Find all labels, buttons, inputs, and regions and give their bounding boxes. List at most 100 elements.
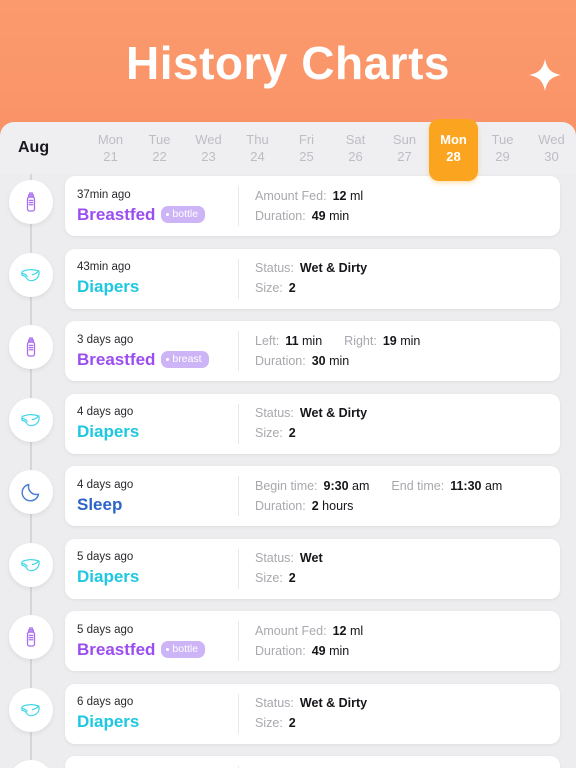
entry-summary: 6 days ago Diapers [65, 693, 239, 734]
detail-value-number: 12 [332, 623, 347, 638]
entry-timestamp: 5 days ago [77, 623, 134, 636]
detail-value-number: 2 [288, 281, 296, 295]
detail-label: Status: [255, 406, 294, 420]
timeline-entry[interactable]: 5 days ago Diapers Status: Wet Size: 2 [0, 537, 576, 610]
detail-label: Right: [344, 333, 377, 348]
diaper-icon [9, 397, 53, 442]
timeline-entry[interactable]: 3 days ago Breastfed breast Left: 11 min Righ… [0, 319, 576, 392]
entry-summary: 4 days ago Sleep [65, 476, 239, 516]
day-number-label: 26 [348, 149, 363, 164]
detail-value: Wet & Dirty [300, 405, 367, 422]
diaper-icon [9, 252, 53, 297]
detail-row: Duration: 49 min [255, 643, 550, 660]
entry-summary: 3 days ago Breastfed breast [65, 331, 239, 371]
detail-label: Size: [255, 281, 283, 295]
timeline-entry[interactable]: 6 days ago Diapers Status: Wet & Dirty Size:… [0, 682, 576, 755]
detail-row: Left: 11 min Right: 19 min [255, 333, 550, 350]
detail-label: Amount Fed: [255, 623, 327, 638]
timeline-entry[interactable]: 43min ago Diapers Status: Wet & Dirty Size: 2 [0, 247, 576, 320]
entry-card[interactable]: 4 days ago Sleep Begin time: 9:30 am End tim… [65, 466, 560, 526]
entry-summary: 5 days ago Diapers [65, 548, 239, 589]
day-of-week-label: Sun [392, 132, 417, 147]
detail-row: Duration: 49 min [255, 208, 550, 225]
entry-card[interactable]: 4 days ago Diapers Status: Wet & Dirty Size:… [65, 393, 560, 454]
timeline-entry[interactable]: 4 days ago Diapers Status: Wet & Dirty Size:… [0, 392, 576, 465]
detail-value: Wet & Dirty [300, 695, 367, 712]
detail-value-unit: min [325, 353, 350, 368]
entry-details: Amount Fed: 12 ml Duration: 49 min [239, 188, 560, 225]
timeline-entry[interactable] [0, 754, 576, 768]
detail-value: 12 ml [333, 623, 364, 640]
detail-value: 30 min [312, 353, 350, 370]
timeline-entry[interactable]: 5 days ago Breastfed bottle Amount Fed: 12 m… [0, 609, 576, 682]
day-chip-mon-21[interactable]: Mon 21 [86, 122, 135, 165]
day-chip-mon-28[interactable]: Mon 28 [429, 119, 478, 181]
detail-value: 12 ml [333, 188, 364, 205]
detail-value-number: Wet [299, 551, 323, 565]
detail-value: 49 min [312, 208, 350, 225]
day-of-week-label: Tue [148, 132, 171, 147]
detail-label: Size: [255, 426, 283, 440]
detail-item: End time: 11:30 am [391, 478, 502, 495]
detail-item: Duration: 49 min [255, 643, 349, 660]
day-of-week-label: Tue [491, 132, 514, 147]
entry-type-label: Diapers [77, 422, 140, 441]
day-chip-wed-23[interactable]: Wed 23 [184, 122, 233, 165]
entry-details: Status: Wet & Dirty Size: 2 [239, 695, 560, 732]
detail-item: Size: 2 [255, 715, 296, 732]
detail-value-number: 12 [332, 188, 347, 203]
entry-type-label: Sleep [77, 494, 123, 514]
entry-summary: 37min ago Breastfed bottle [65, 186, 239, 226]
diaper-icon [9, 542, 53, 587]
detail-value: 2 [289, 715, 296, 732]
baby-bottle-icon [9, 325, 53, 369]
day-chip-tue-29[interactable]: Tue 29 [478, 122, 527, 165]
entry-details: Status: Wet & Dirty Size: 2 [239, 405, 560, 442]
history-timeline[interactable]: 37min ago Breastfed bottle Amount Fed: 12 ml… [0, 174, 576, 768]
detail-value-unit: min [325, 208, 350, 223]
entry-timestamp: 5 days ago [77, 551, 134, 563]
detail-value: 2 [289, 280, 296, 297]
entry-timestamp: 6 days ago [77, 696, 134, 708]
detail-item: Status: Wet & Dirty [255, 260, 367, 277]
detail-value: 9:30 am [324, 478, 370, 495]
day-chip-thu-24[interactable]: Thu 24 [233, 122, 282, 165]
entry-card[interactable]: 43min ago Diapers Status: Wet & Dirty Size: 2 [65, 248, 560, 309]
day-of-week-label: Wed [195, 132, 222, 147]
entry-card[interactable]: 37min ago Breastfed bottle Amount Fed: 12 ml… [65, 176, 560, 236]
day-of-week-label: Sat [345, 132, 366, 147]
day-chip-tue-22[interactable]: Tue 22 [135, 122, 184, 165]
detail-row: Status: Wet & Dirty [255, 260, 550, 277]
entry-timestamp: 3 days ago [77, 333, 134, 346]
detail-value-number: 2 [311, 498, 319, 513]
sparkle-icon [528, 58, 562, 92]
entry-card[interactable] [65, 756, 560, 768]
timeline-entry[interactable]: 4 days ago Sleep Begin time: 9:30 am End tim… [0, 464, 576, 537]
detail-value-number: 49 [311, 643, 326, 658]
entry-type-label: Diapers [77, 277, 140, 296]
day-chip-sat-26[interactable]: Sat 26 [331, 122, 380, 165]
entry-details: Left: 11 min Right: 19 min Duration: 30 min [239, 333, 560, 370]
baby-bottle-icon [9, 180, 53, 224]
detail-label: Size: [255, 716, 283, 730]
day-chip-wed-30[interactable]: Wed 30 [527, 122, 576, 165]
detail-value-unit: min [325, 643, 350, 658]
entry-details: Begin time: 9:30 am End time: 11:30 am Durat… [239, 478, 560, 515]
detail-row: Size: 2 [255, 425, 550, 442]
detail-item: Size: 2 [255, 280, 296, 297]
detail-value: 2 [289, 425, 296, 442]
detail-value-number: 49 [311, 208, 326, 223]
detail-label: Duration: [255, 353, 306, 368]
day-chip-sun-27[interactable]: Sun 27 [380, 122, 429, 165]
entry-timestamp: 4 days ago [77, 478, 134, 491]
day-of-week-label: Wed [538, 132, 565, 147]
timeline-entry[interactable]: 37min ago Breastfed bottle Amount Fed: 12 ml… [0, 174, 576, 247]
badge-dot-icon [166, 212, 170, 216]
entry-card[interactable]: 6 days ago Diapers Status: Wet & Dirty Size:… [65, 683, 560, 744]
detail-row: Status: Wet [255, 550, 550, 567]
entry-card[interactable]: 3 days ago Breastfed breast Left: 11 min Righ… [65, 321, 560, 381]
entry-badge: bottle [161, 205, 206, 223]
entry-card[interactable]: 5 days ago Breastfed bottle Amount Fed: 12 m… [65, 611, 560, 671]
day-chip-fri-25[interactable]: Fri 25 [282, 122, 331, 165]
entry-card[interactable]: 5 days ago Diapers Status: Wet Size: 2 [65, 538, 560, 599]
